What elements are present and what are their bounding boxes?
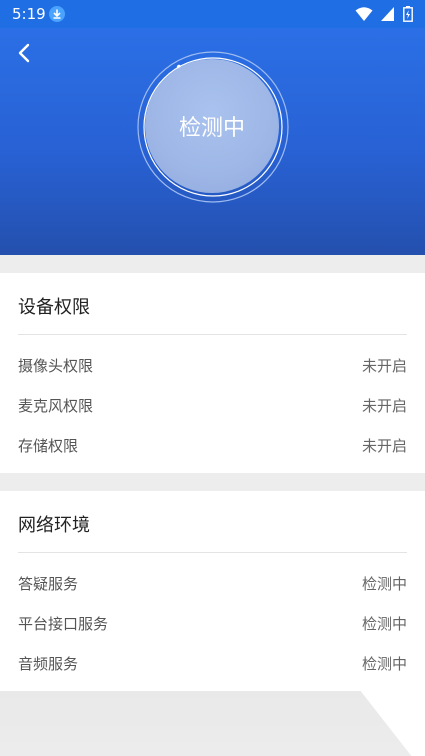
wifi-icon — [355, 7, 373, 21]
item-status: 检测中 — [361, 575, 407, 593]
list-item: 存储权限 未开启 — [18, 435, 407, 459]
item-name: 麦克风权限 — [18, 397, 94, 415]
item-name: 摄像头权限 — [18, 357, 94, 375]
divider — [18, 552, 407, 553]
status-bar: 5:19 — [0, 0, 425, 28]
status-time: 5:19 — [12, 5, 46, 23]
list-item: 麦克风权限 未开启 — [18, 395, 407, 419]
section-title: 设备权限 — [18, 297, 90, 318]
download-icon — [49, 6, 65, 22]
bottom-band — [0, 691, 425, 756]
item-status: 检测中 — [361, 655, 407, 673]
back-arrow-icon[interactable] — [14, 42, 36, 64]
item-name: 答疑服务 — [18, 575, 79, 593]
battery-icon — [403, 6, 413, 22]
status-icons — [352, 6, 413, 22]
item-name: 音频服务 — [18, 655, 79, 673]
signal-icon — [380, 7, 394, 21]
section-title: 网络环境 — [18, 515, 90, 536]
device-permissions-section: 设备权限 摄像头权限 未开启 麦克风权限 未开启 存储权限 未开启 — [0, 273, 425, 473]
item-status: 未开启 — [361, 357, 407, 375]
list-item: 答疑服务 检测中 — [18, 573, 407, 597]
bottom-decoration — [0, 691, 425, 756]
detection-status-text: 检测中 — [178, 116, 245, 141]
list-item: 平台接口服务 检测中 — [18, 613, 407, 637]
divider — [18, 334, 407, 335]
item-name: 平台接口服务 — [18, 615, 109, 633]
item-status: 未开启 — [361, 397, 407, 415]
list-item: 摄像头权限 未开启 — [18, 355, 407, 379]
list-item: 音频服务 检测中 — [18, 653, 407, 677]
item-name: 存储权限 — [18, 437, 79, 455]
detection-status-circle: 检测中 — [145, 59, 279, 193]
network-environment-section: 网络环境 答疑服务 检测中 平台接口服务 检测中 音频服务 检测中 — [0, 491, 425, 691]
item-status: 未开启 — [361, 437, 407, 455]
item-status: 检测中 — [361, 615, 407, 633]
